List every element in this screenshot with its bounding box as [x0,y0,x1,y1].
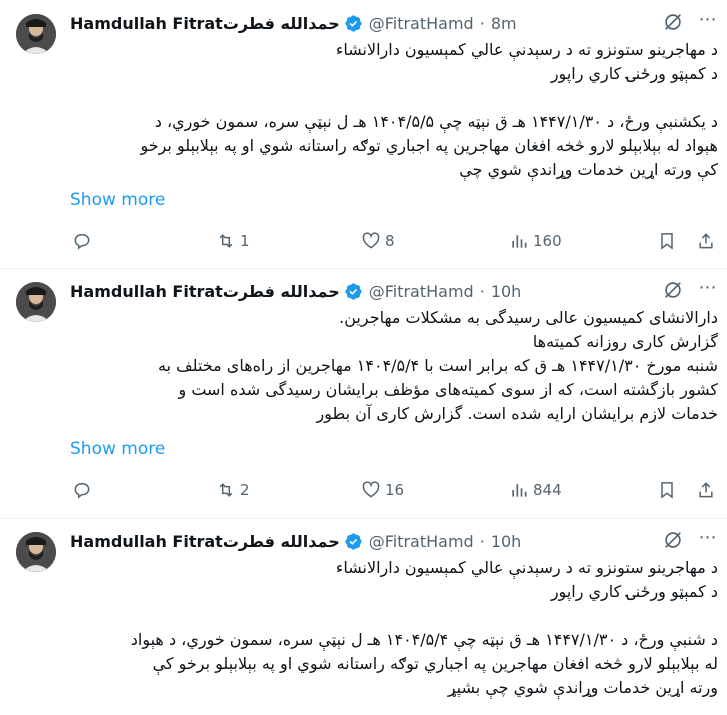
like-icon [362,481,380,498]
bookmark-icon [661,233,673,250]
grok-icon[interactable] [662,11,684,33]
views-button[interactable]: 844 [509,478,562,502]
views-button[interactable]: 160 [509,229,562,253]
tweet-header: Hamdullah Fitratحمدالله فطرت @FitratHamd… [70,279,521,303]
show-more-link[interactable]: Show more [70,190,165,210]
views-count: 160 [533,232,562,250]
tweet-line: د کمېټو ورځنۍ کاري راپور [550,582,718,601]
handle[interactable]: @FitratHamd [369,532,474,551]
share-button[interactable] [696,229,716,253]
timestamp[interactable]: 8m [491,14,517,33]
tweet-line: هېواد له بېلابېلو لارو څخه افغان مهاجرین… [140,136,718,155]
tweet-actions: 1 8 160 [70,229,720,253]
tweet[interactable]: Hamdullah Fitratحمدالله فطرت @FitratHamd… [0,0,727,269]
display-name[interactable]: Hamdullah Fitratحمدالله فطرت [70,282,340,301]
repost-count: 1 [240,232,250,250]
tweet-text[interactable]: د مهاجرینو ستونزو ته د رسېدنې عالي کمېسی… [70,556,718,700]
show-more-link[interactable]: Show more [70,439,165,459]
like-button[interactable]: 8 [361,229,395,253]
tweet-header: Hamdullah Fitratحمدالله فطرت @FitratHamd… [70,11,517,35]
tweet-line: له بېلابېلو لارو څخه افغان مهاجرین په اج… [152,654,718,673]
like-count: 16 [385,481,405,499]
more-icon[interactable]: ⋯ [697,279,719,301]
display-name[interactable]: Hamdullah Fitratحمدالله فطرت [70,14,340,33]
share-icon [699,233,713,249]
tweet-line: د مهاجرینو ستونزو ته د رسېدنې عالي کمېسی… [335,40,718,59]
reply-button[interactable] [72,229,96,253]
bookmark-button[interactable] [657,478,677,502]
reply-icon [74,483,90,499]
more-icon[interactable]: ⋯ [697,529,719,551]
verified-icon [345,282,362,300]
avatar[interactable] [16,532,56,572]
separator-dot: · [479,281,485,301]
like-button[interactable]: 16 [361,478,404,502]
tweet-line: د یکشنبې ورځ، د ۱۴۴۷/۱/۳۰ هـ ق نېټه چې ۱… [154,112,718,131]
tweet-line: کشور بازگشته است، که از سوی کمیته‌های مؤ… [178,380,719,399]
separator-dot: · [479,531,485,551]
tweet-line: د شنبې ورځ، د ۱۴۴۷/۱/۳۰ هـ ق نېټه چې ۱۴۰… [130,630,718,649]
display-name[interactable]: Hamdullah Fitratحمدالله فطرت [70,532,340,551]
handle[interactable]: @FitratHamd [369,282,474,301]
views-count: 844 [533,481,562,499]
verified-icon [345,14,362,32]
bookmark-icon [661,482,673,499]
grok-icon[interactable] [662,529,684,551]
like-icon [362,232,380,249]
more-icon[interactable]: ⋯ [697,11,719,33]
tweet-line: دارالانشای کمیسیون عالی رسیدگی به مشکلات… [339,308,718,327]
separator-dot: · [479,13,485,33]
tweet-line [70,604,718,628]
tweet[interactable]: Hamdullah Fitratحمدالله فطرت @FitratHamd… [0,518,727,715]
verified-icon [345,532,362,550]
avatar[interactable] [16,282,56,322]
tweet-line: خدمات لازم برایشان ارایه شده است. گزارش … [316,404,718,423]
repost-icon [219,234,233,248]
tweet-text[interactable]: د مهاجرینو ستونزو ته د رسېدنې عالي کمېسی… [70,38,718,182]
repost-button[interactable]: 1 [216,229,250,253]
tweet-line [70,86,718,110]
tweet-line: گزارش کاری روزانه کمیته‌ها [532,332,718,351]
tweet-actions: 2 16 844 [70,478,720,502]
repost-count: 2 [240,481,250,499]
tweet-line: شنبه مورخ ۱۴۴۷/۱/۳۰ هـ ق که برابر است با… [158,356,718,375]
timestamp[interactable]: 10h [491,532,522,551]
handle[interactable]: @FitratHamd [369,14,474,33]
views-icon [512,484,527,497]
share-icon [699,482,713,498]
tweet-header: Hamdullah Fitratحمدالله فطرت @FitratHamd… [70,529,521,553]
bookmark-button[interactable] [657,229,677,253]
tweet-line: کې ورته اړین خدمات وړاندې شوي چې [459,160,718,179]
repost-button[interactable]: 2 [216,478,250,502]
tweet[interactable]: Hamdullah Fitratحمدالله فطرت @FitratHamd… [0,268,727,519]
views-icon [512,235,527,248]
tweet-text[interactable]: دارالانشای کمیسیون عالی رسیدگی به مشکلات… [70,306,718,426]
tweet-line: د کمېټو ورځنۍ کاري راپور [550,64,718,83]
avatar[interactable] [16,14,56,54]
like-count: 8 [385,232,395,250]
reply-icon [74,234,90,250]
tweet-line: ورته اړین خدمات وړاندې شوي چې بشپړ [447,678,718,697]
repost-icon [219,483,233,497]
timestamp[interactable]: 10h [491,282,522,301]
reply-button[interactable] [72,478,96,502]
tweet-line: د مهاجرینو ستونزو ته د رسېدنې عالي کمېسی… [335,558,718,577]
share-button[interactable] [696,478,716,502]
grok-icon[interactable] [662,279,684,301]
